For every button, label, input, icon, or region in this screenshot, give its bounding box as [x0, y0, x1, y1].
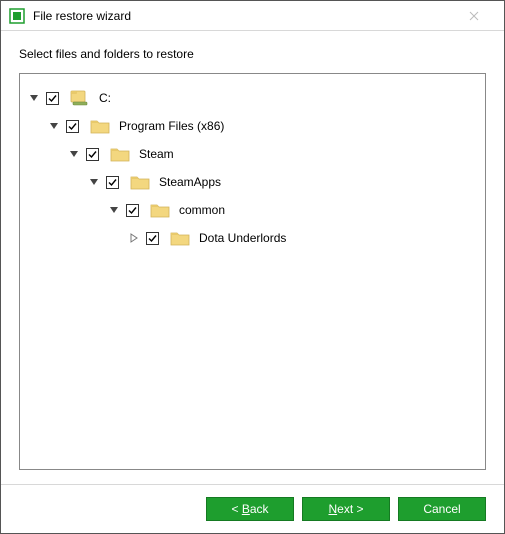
tree-row[interactable]: SteamApps — [26, 168, 479, 196]
tree-node-label: SteamApps — [159, 175, 221, 189]
tree-node-label: Steam — [139, 147, 174, 161]
tree-node-label: Dota Underlords — [199, 231, 286, 245]
chevron-down-icon[interactable] — [66, 146, 82, 162]
titlebar: File restore wizard — [1, 1, 504, 31]
chevron-right-icon[interactable] — [126, 230, 142, 246]
tree-checkbox[interactable] — [86, 148, 99, 161]
tree-node-label: Program Files (x86) — [119, 119, 224, 133]
folder-icon — [129, 173, 151, 191]
window-controls — [451, 2, 496, 30]
folder-icon — [89, 117, 111, 135]
tree-row[interactable]: Dota Underlords — [26, 224, 479, 252]
chevron-down-icon[interactable] — [86, 174, 102, 190]
tree-checkbox[interactable] — [106, 176, 119, 189]
window-title: File restore wizard — [33, 9, 131, 23]
app-icon — [9, 8, 25, 24]
folder-icon — [169, 229, 191, 247]
drive-icon — [69, 89, 91, 107]
folder-icon — [109, 145, 131, 163]
content-area: Select files and folders to restore C: Pr… — [1, 31, 504, 470]
chevron-down-icon[interactable] — [106, 202, 122, 218]
tree-row[interactable]: common — [26, 196, 479, 224]
file-tree[interactable]: C: Program Files (x86) Steam SteamApps commo… — [19, 73, 486, 470]
tree-node-label: C: — [99, 91, 111, 105]
tree-checkbox[interactable] — [146, 232, 159, 245]
back-button[interactable]: < Back — [206, 497, 294, 521]
close-button[interactable] — [451, 2, 496, 30]
chevron-down-icon[interactable] — [26, 90, 42, 106]
next-button[interactable]: Next > — [302, 497, 390, 521]
tree-row[interactable]: Steam — [26, 140, 479, 168]
tree-node-label: common — [179, 203, 225, 217]
cancel-button[interactable]: Cancel — [398, 497, 486, 521]
tree-checkbox[interactable] — [126, 204, 139, 217]
tree-checkbox[interactable] — [46, 92, 59, 105]
instruction-text: Select files and folders to restore — [19, 47, 486, 61]
tree-checkbox[interactable] — [66, 120, 79, 133]
folder-icon — [149, 201, 171, 219]
chevron-down-icon[interactable] — [46, 118, 62, 134]
button-bar: < Back Next > Cancel — [1, 485, 504, 521]
tree-row[interactable]: C: — [26, 84, 479, 112]
tree-row[interactable]: Program Files (x86) — [26, 112, 479, 140]
